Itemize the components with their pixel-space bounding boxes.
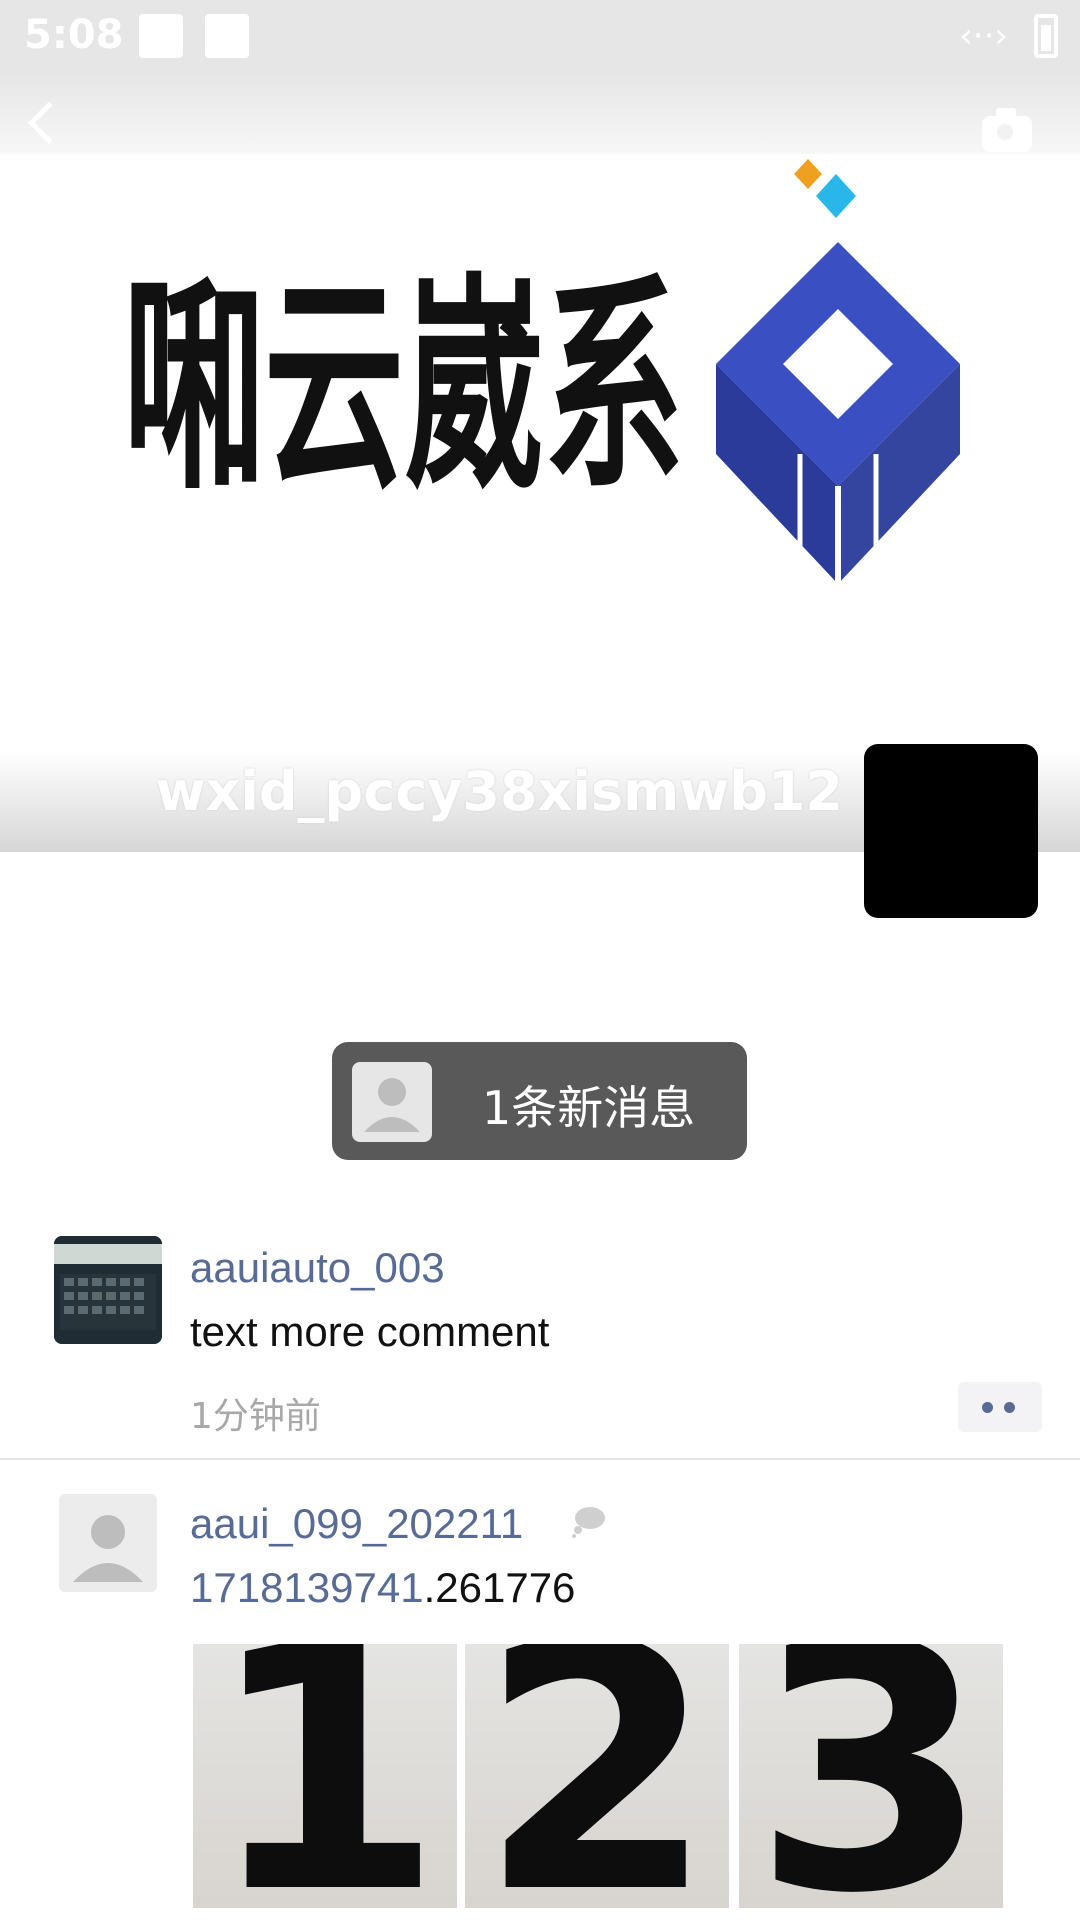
post-author-name[interactable]: aauiauto_003 <box>190 1244 445 1292</box>
status-bar: 5:08 ‹··› <box>0 0 1080 72</box>
data-link-icon: ‹··› <box>959 16 1008 56</box>
post-text: 1718139741.261776 <box>190 1564 575 1612</box>
post-time: 1分钟前 <box>190 1396 321 1437</box>
notification-icon <box>205 14 249 58</box>
profile-username: wxid_pccy38xismwb12 <box>155 760 843 823</box>
dot-icon <box>982 1402 993 1413</box>
default-avatar-icon <box>364 1078 420 1132</box>
notification-icon <box>139 14 183 58</box>
status-time: 5:08 <box>24 12 124 58</box>
logo-text: 啝云崴系 <box>124 254 684 520</box>
new-message-label: 1条新消息 <box>482 1081 696 1135</box>
header-bar <box>0 72 1080 154</box>
divider <box>0 1458 1080 1460</box>
image-digit: 2 <box>478 1644 716 1908</box>
logo-diamond-cyan <box>816 174 856 218</box>
profile-avatar[interactable] <box>864 744 1038 918</box>
post-more-button[interactable] <box>958 1382 1042 1432</box>
comment-bubble-icon <box>572 1507 605 1538</box>
new-message-button[interactable]: 1条新消息 <box>332 1042 747 1160</box>
post-text-rest: .261776 <box>423 1564 576 1611</box>
battery-icon <box>1034 14 1058 58</box>
default-avatar-icon <box>73 1515 143 1582</box>
image-digit: 3 <box>752 1644 990 1908</box>
post-image[interactable]: 3 <box>739 1644 1003 1908</box>
post-text-link[interactable]: 1718139741 <box>190 1564 424 1611</box>
cover-image[interactable]: 啝云崴系 <box>0 154 1080 754</box>
logo-diamond-orange <box>794 159 822 189</box>
dot-icon <box>1004 1402 1015 1413</box>
post-image[interactable]: 1 <box>193 1644 457 1908</box>
post-author-avatar[interactable] <box>54 1236 162 1344</box>
keyboard-photo-icon <box>54 1236 162 1344</box>
cover-logo: 啝云崴系 <box>124 159 960 584</box>
post-author-avatar[interactable] <box>59 1494 157 1592</box>
avatar <box>352 1062 432 1142</box>
post-author-name[interactable]: aaui_099_202211 <box>190 1500 523 1548</box>
post-image[interactable]: 2 <box>465 1644 729 1908</box>
post-text: text more comment <box>190 1308 550 1355</box>
camera-icon[interactable] <box>982 108 1032 152</box>
image-digit: 1 <box>206 1644 444 1908</box>
